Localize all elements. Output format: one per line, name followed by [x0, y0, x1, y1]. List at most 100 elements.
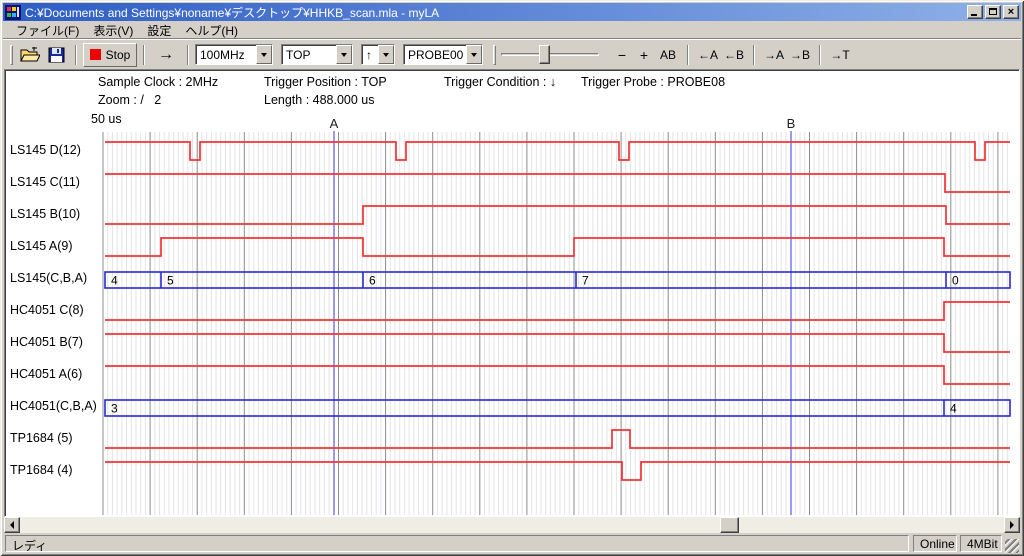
status-online-badge: Online	[913, 535, 957, 552]
stop-label: Stop	[106, 48, 131, 62]
marker-b-right-label: →B	[790, 48, 810, 62]
signal-trace	[105, 206, 1010, 224]
save-floppy-icon	[48, 47, 65, 63]
maximize-button[interactable]	[985, 5, 1001, 19]
status-memory-badge: 4MBit	[960, 535, 1002, 552]
info-length: Length : 488.000 us	[264, 93, 375, 107]
menu-bar: ファイル(F) 表示(V) 設定 ヘルプ(H)	[3, 21, 1021, 40]
toolbar-separator	[143, 45, 145, 65]
horizontal-scrollbar[interactable]	[4, 517, 1020, 533]
sample-clock-select[interactable]: 100MHz	[195, 44, 273, 65]
open-folder-icon	[20, 47, 40, 63]
bus-value: 4	[111, 274, 118, 288]
toolbar-separator	[819, 45, 821, 65]
info-trigger-position: Trigger Position : TOP	[264, 75, 387, 89]
bus-value: 0	[952, 274, 959, 288]
app-icon[interactable]	[5, 5, 21, 20]
status-bar: レディ Online 4MBit	[3, 533, 1021, 553]
marker-label-a[interactable]: A	[328, 116, 340, 131]
triangle-right-icon	[1010, 521, 1014, 529]
marker-b-right-button[interactable]: →B	[787, 43, 813, 67]
toolbar-separator	[687, 45, 689, 65]
marker-label-b[interactable]: B	[785, 116, 797, 131]
menu-help[interactable]: ヘルプ(H)	[178, 20, 245, 41]
stop-icon	[90, 49, 101, 60]
zoom-ab-label: AB	[660, 48, 676, 62]
bus-value: 5	[167, 274, 174, 288]
title-bar: C:¥Documents and Settings¥noname¥デスクトップ¥…	[3, 3, 1021, 21]
scrollbar-track[interactable]	[20, 517, 1004, 533]
toolbar-separator	[75, 45, 77, 65]
menu-file[interactable]: ファイル(F)	[9, 20, 86, 41]
status-ready: レディ	[5, 535, 909, 552]
chevron-down-icon[interactable]	[378, 45, 394, 64]
close-button[interactable]: ×	[1003, 5, 1019, 19]
trigger-edge-select[interactable]: ↑	[361, 44, 395, 65]
trigger-position-select[interactable]: TOP	[281, 44, 353, 65]
zoom-slider[interactable]	[501, 44, 599, 65]
resize-grip-icon[interactable]	[1005, 539, 1019, 553]
bus-value: 4	[950, 402, 957, 416]
timeline-scale-label: 50 us	[91, 112, 122, 126]
zoom-out-button[interactable]: −	[611, 43, 633, 67]
zoom-slider-handle[interactable]	[539, 45, 550, 64]
toolbar-separator	[753, 45, 755, 65]
bus-trace	[105, 400, 1010, 416]
trigger-edge-value: ↑	[362, 45, 378, 64]
signal-trace	[105, 462, 1010, 480]
info-sample-clock: Sample Clock : 2MHz	[98, 75, 218, 89]
zoom-in-button[interactable]: +	[633, 43, 655, 67]
chevron-down-icon[interactable]	[256, 45, 272, 64]
scroll-right-button[interactable]	[1004, 517, 1020, 533]
marker-a-right-button[interactable]: →A	[761, 43, 787, 67]
run-button[interactable]: →	[151, 43, 181, 67]
chevron-down-icon[interactable]	[466, 45, 482, 64]
marker-b-left-button[interactable]: ←B	[721, 43, 747, 67]
marker-a-right-label: →A	[764, 48, 784, 62]
zoom-ab-button[interactable]: AB	[655, 43, 681, 67]
toolbar-grip[interactable]	[10, 45, 13, 65]
trigger-probe-select[interactable]: PROBE00	[403, 44, 483, 65]
toolbar-grip[interactable]	[493, 45, 496, 65]
toolbar: Stop → 100MHz TOP ↑ PROBE00 −	[3, 40, 1021, 69]
goto-trigger-button[interactable]: →T	[827, 43, 853, 67]
signal-trace	[105, 238, 1010, 256]
marker-a-left-button[interactable]: ←A	[695, 43, 721, 67]
close-icon: ×	[1004, 5, 1018, 19]
menu-view[interactable]: 表示(V)	[86, 20, 140, 41]
bus-trace	[105, 272, 1010, 288]
minimize-button[interactable]	[967, 5, 983, 19]
stop-button[interactable]: Stop	[83, 43, 137, 67]
open-file-button[interactable]	[16, 43, 44, 67]
save-button[interactable]	[44, 43, 69, 67]
chevron-down-icon[interactable]	[336, 45, 352, 64]
info-zoom: Zoom : / 2	[98, 93, 161, 107]
signal-trace	[105, 334, 1010, 352]
trigger-position-value: TOP	[282, 45, 336, 64]
zoom-slider-track	[501, 53, 599, 56]
info-trigger-condition: Trigger Condition : ↓	[444, 75, 556, 89]
signal-trace	[105, 174, 1010, 192]
signal-trace	[105, 142, 1010, 160]
scroll-left-button[interactable]	[4, 517, 20, 533]
toolbar-separator	[187, 45, 189, 65]
waveform-canvas[interactable]: 4 5 6 7 0 3 4	[0, 130, 1012, 517]
maximize-icon	[989, 8, 997, 15]
window-title: C:¥Documents and Settings¥noname¥デスクトップ¥…	[25, 4, 965, 21]
run-arrow-icon: →	[158, 46, 174, 64]
trigger-probe-value: PROBE00	[404, 45, 466, 64]
sample-clock-value: 100MHz	[196, 45, 256, 64]
zoom-in-label: +	[640, 47, 648, 63]
marker-a-left-label: ←A	[698, 48, 718, 62]
bus-value: 6	[369, 274, 376, 288]
menu-settings[interactable]: 設定	[140, 20, 178, 41]
signal-trace	[105, 366, 1010, 384]
bus-value: 3	[111, 402, 118, 416]
app-window: C:¥Documents and Settings¥noname¥デスクトップ¥…	[0, 0, 1024, 556]
marker-b-left-label: ←B	[724, 48, 744, 62]
zoom-out-label: −	[618, 47, 626, 63]
bus-value: 7	[582, 274, 589, 288]
scrollbar-thumb[interactable]	[720, 517, 739, 533]
minimize-icon	[971, 14, 977, 16]
signal-trace	[105, 302, 1010, 320]
